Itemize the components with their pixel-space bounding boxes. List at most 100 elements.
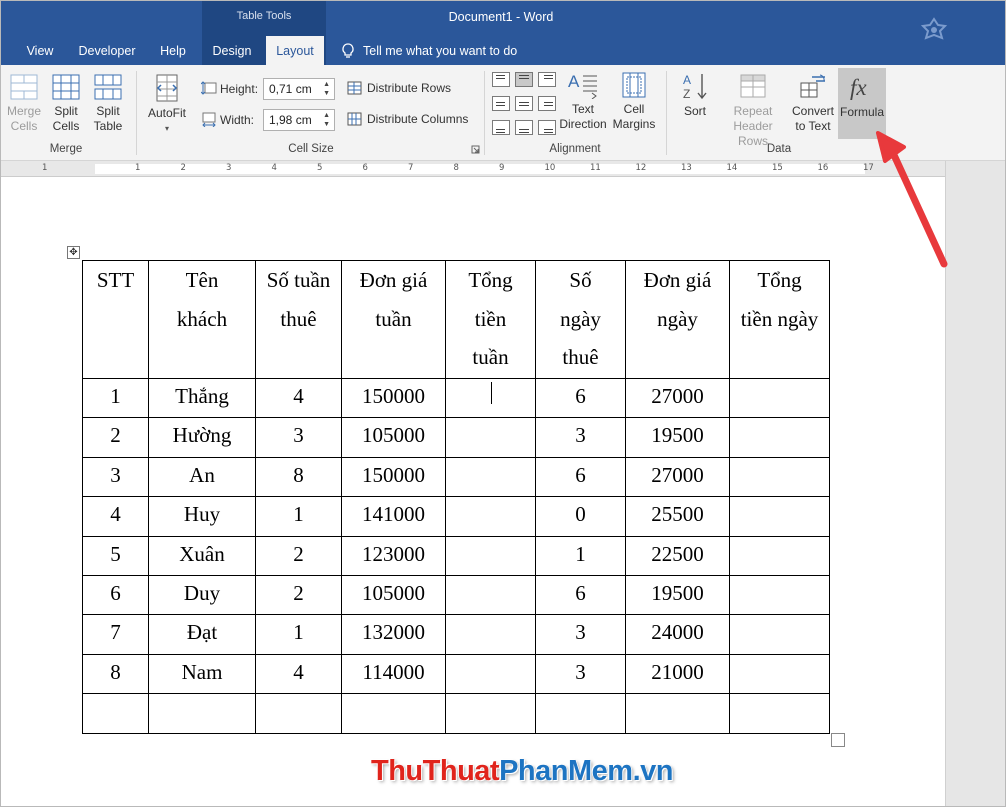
table-cell[interactable]: Hường: [148, 417, 256, 458]
tab-help[interactable]: Help: [151, 37, 195, 65]
table-cell[interactable]: Thắng: [148, 377, 256, 419]
table-cell[interactable]: [729, 693, 830, 734]
table-cell[interactable]: [729, 614, 830, 655]
tab-design[interactable]: Design: [204, 37, 260, 65]
sort-button[interactable]: AZ Sort: [673, 71, 717, 119]
table-cell[interactable]: 19500: [625, 417, 730, 458]
table-cell[interactable]: Nam: [148, 653, 256, 695]
header-cell[interactable]: Tổng tiền ngày: [729, 260, 830, 379]
table-cell[interactable]: [445, 535, 536, 576]
table-cell[interactable]: 105000: [341, 417, 446, 458]
spin-arrows-icon[interactable]: ▲ ▼: [323, 80, 330, 98]
table-cell[interactable]: [729, 496, 830, 537]
formula-button[interactable]: fx Formula: [838, 68, 886, 139]
table-cell[interactable]: [729, 377, 830, 419]
table-cell[interactable]: 27000: [625, 377, 730, 419]
table-cell[interactable]: 5: [82, 535, 149, 576]
table-cell[interactable]: [729, 456, 830, 498]
table-cell[interactable]: 8: [255, 456, 342, 498]
table-cell[interactable]: 27000: [625, 456, 730, 498]
table-cell[interactable]: 7: [82, 614, 149, 655]
align-top-center-button[interactable]: [515, 72, 533, 87]
header-cell[interactable]: Số ngày thuê: [535, 260, 626, 379]
table-cell[interactable]: 24000: [625, 614, 730, 655]
table-cell[interactable]: 2: [255, 535, 342, 576]
table-resize-handle[interactable]: [831, 733, 845, 747]
table-cell[interactable]: Duy: [148, 574, 256, 616]
dialog-launcher-icon[interactable]: [471, 145, 480, 154]
tab-developer[interactable]: Developer: [71, 37, 143, 65]
distribute-columns-button[interactable]: Distribute Columns: [347, 112, 468, 126]
table-cell[interactable]: [729, 574, 830, 616]
repeat-header-rows-button[interactable]: Repeat Header Rows: [717, 71, 789, 149]
table-cell[interactable]: 8: [82, 653, 149, 695]
table-cell[interactable]: 3: [535, 417, 626, 458]
split-table-button[interactable]: Split Table: [89, 73, 127, 134]
align-bottom-center-button[interactable]: [515, 120, 533, 135]
table-cell[interactable]: 1: [255, 496, 342, 537]
table-cell[interactable]: 4: [82, 496, 149, 537]
table-cell[interactable]: 3: [255, 417, 342, 458]
table-cell[interactable]: 6: [82, 574, 149, 616]
header-cell[interactable]: Đơn giá ngày: [625, 260, 730, 379]
table-cell[interactable]: [445, 496, 536, 537]
table-cell[interactable]: Xuân: [148, 535, 256, 576]
tell-me-search[interactable]: Tell me what you want to do: [341, 37, 517, 65]
table-cell[interactable]: 21000: [625, 653, 730, 695]
table-cell[interactable]: 4: [255, 377, 342, 419]
rental-table[interactable]: STT Tên khách Số tuần thuê Đơn giá tuần Tổng tiề…: [82, 260, 830, 734]
table-cell[interactable]: 1: [82, 377, 149, 419]
table-cell[interactable]: 1: [535, 535, 626, 576]
table-cell[interactable]: [445, 574, 536, 616]
align-top-left-button[interactable]: [492, 72, 510, 87]
table-cell[interactable]: [445, 417, 536, 458]
autofit-button[interactable]: AutoFit ▾: [143, 73, 191, 136]
table-cell[interactable]: 132000: [341, 614, 446, 655]
tab-layout[interactable]: Layout: [266, 36, 324, 66]
split-cells-button[interactable]: Split Cells: [47, 73, 85, 134]
align-bottom-left-button[interactable]: [492, 120, 510, 135]
table-cell[interactable]: [445, 693, 536, 734]
table-cell[interactable]: 150000: [341, 377, 446, 419]
table-cell[interactable]: 6: [535, 574, 626, 616]
table-cell[interactable]: 22500: [625, 535, 730, 576]
table-cell[interactable]: 6: [535, 377, 626, 419]
table-cell[interactable]: 0: [535, 496, 626, 537]
table-cell[interactable]: 105000: [341, 574, 446, 616]
table-cell[interactable]: 6: [535, 456, 626, 498]
convert-to-text-button[interactable]: Convert to Text: [789, 71, 837, 134]
table-cell[interactable]: 2: [82, 417, 149, 458]
spin-arrows-icon[interactable]: ▲ ▼: [323, 111, 330, 129]
designer-icon[interactable]: [918, 16, 950, 48]
horizontal-ruler[interactable]: 1 1 2 3 4 5 6 7 8 9 10 11 12 13 14 15 16 17: [1, 161, 945, 177]
table-cell[interactable]: 2: [255, 574, 342, 616]
header-cell[interactable]: STT: [82, 260, 149, 379]
table-cell[interactable]: An: [148, 456, 256, 498]
table-cell[interactable]: [255, 693, 342, 734]
width-input[interactable]: 1,98 cm ▲ ▼: [263, 109, 335, 131]
table-cell[interactable]: 141000: [341, 496, 446, 537]
align-middle-center-button[interactable]: [515, 96, 533, 111]
table-cell[interactable]: [341, 693, 446, 734]
table-cell[interactable]: [729, 417, 830, 458]
align-bottom-right-button[interactable]: [538, 120, 556, 135]
header-cell[interactable]: Số tuần thuê: [255, 260, 342, 379]
text-direction-button[interactable]: A Text Direction: [558, 71, 608, 132]
table-cell[interactable]: [445, 456, 536, 498]
table-cell[interactable]: [445, 653, 536, 695]
table-cell[interactable]: [535, 693, 626, 734]
table-cell[interactable]: [148, 693, 256, 734]
height-input[interactable]: 0,71 cm ▲ ▼: [263, 78, 335, 100]
table-cell[interactable]: [729, 535, 830, 576]
distribute-rows-button[interactable]: Distribute Rows: [347, 81, 451, 95]
table-cell[interactable]: 114000: [341, 653, 446, 695]
table-move-handle-icon[interactable]: ✥: [67, 246, 80, 259]
header-cell[interactable]: Tên khách: [148, 260, 256, 379]
table-cell[interactable]: [82, 693, 149, 734]
table-cell[interactable]: 1: [255, 614, 342, 655]
tab-view[interactable]: View: [17, 37, 63, 65]
table-cell[interactable]: 19500: [625, 574, 730, 616]
cell-margins-button[interactable]: Cell Margins: [611, 71, 657, 132]
align-middle-right-button[interactable]: [538, 96, 556, 111]
merge-cells-button[interactable]: Merge Cells: [5, 73, 43, 134]
